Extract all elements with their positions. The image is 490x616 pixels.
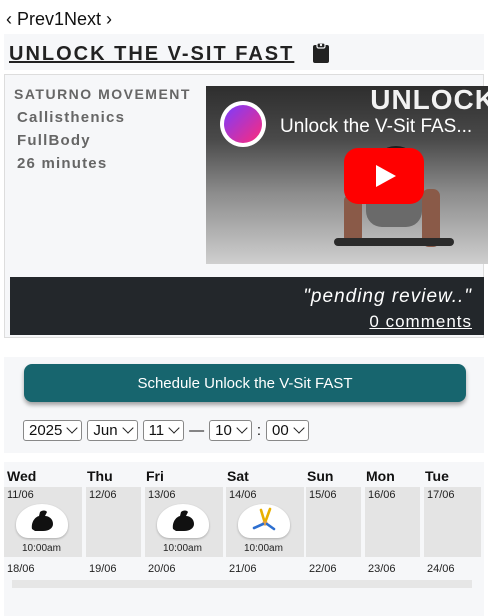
schedule-datetime-selects: 2025 Jun 11 — 10 : 00 xyxy=(23,420,314,441)
date-time-separator: — xyxy=(189,422,205,439)
schedule-button[interactable]: Schedule Unlock the V-Sit FAST xyxy=(24,364,466,402)
workout-time: 10:00am xyxy=(22,543,61,554)
calendar-day-cell[interactable]: 17/06 xyxy=(424,487,481,557)
month-value: Jun xyxy=(93,422,118,439)
prev-link[interactable]: ‹ Prev xyxy=(6,9,54,29)
chevron-down-icon xyxy=(236,422,248,434)
workout-time: 10:00am xyxy=(244,543,283,554)
review-status: "pending review.." xyxy=(303,286,472,307)
calendar-day-cell[interactable]: 12/06 xyxy=(86,487,141,557)
category-label: Callisthenics xyxy=(17,109,126,126)
next-link[interactable]: Next › xyxy=(64,9,112,29)
day-name: Wed xyxy=(7,468,37,484)
flexed-bicep-icon xyxy=(172,510,194,531)
day-date: 11/06 xyxy=(7,489,34,501)
day-date: 12/06 xyxy=(89,489,117,501)
next-week-date: 24/06 xyxy=(427,563,455,575)
chevron-down-icon xyxy=(66,422,79,434)
play-icon[interactable] xyxy=(344,148,424,204)
year-select[interactable]: 2025 xyxy=(23,420,83,441)
hour-value: 10 xyxy=(215,422,232,439)
workout-chip[interactable] xyxy=(157,504,209,538)
next-week-date: 21/06 xyxy=(229,563,257,575)
next-week-date: 23/06 xyxy=(368,563,396,575)
day-name: Mon xyxy=(366,468,395,484)
title-bar: UNLOCK THE V-SIT FAST xyxy=(4,34,484,70)
year-value: 2025 xyxy=(29,422,63,439)
page-number[interactable]: 1 xyxy=(54,9,64,29)
video-title[interactable]: Unlock the V-Sit FAS... xyxy=(280,116,472,138)
video-background-word: UNLOCK xyxy=(370,86,488,115)
chevron-down-icon xyxy=(293,422,305,434)
day-select[interactable]: 11 xyxy=(142,420,185,441)
workout-info-panel: SATURNO MOVEMENT Callisthenics FullBody … xyxy=(4,74,488,338)
calendar-day-cell[interactable]: 13/06 10:00am xyxy=(145,487,223,557)
day-name: Sat xyxy=(227,468,249,484)
day-date: 14/06 xyxy=(229,489,257,501)
minute-value: 00 xyxy=(272,422,289,439)
chevron-down-icon xyxy=(168,422,180,434)
calendar-day-cell[interactable]: 15/06 xyxy=(306,487,361,557)
day-value: 11 xyxy=(148,422,165,439)
day-date: 13/06 xyxy=(148,489,176,501)
calendar-day-cell[interactable]: 11/06 10:00am xyxy=(4,487,82,557)
time-colon: : xyxy=(256,422,261,439)
day-name: Sun xyxy=(307,468,334,484)
calendar-day-cell[interactable]: 14/06 10:00am xyxy=(226,487,304,557)
month-select[interactable]: Jun xyxy=(87,420,138,441)
cartwheel-icon xyxy=(252,507,276,531)
duration-label: 26 minutes xyxy=(17,155,108,172)
comments-link[interactable]: 0 comments xyxy=(369,312,472,332)
flexed-bicep-icon xyxy=(31,510,53,531)
next-week-date: 20/06 xyxy=(148,563,176,575)
day-name: Thu xyxy=(87,468,113,484)
day-date: 15/06 xyxy=(309,489,337,501)
workout-chip[interactable] xyxy=(238,504,290,538)
org-name: SATURNO MOVEMENT xyxy=(14,86,191,102)
chevron-down-icon xyxy=(121,422,134,434)
day-date: 17/06 xyxy=(427,489,455,501)
day-date: 16/06 xyxy=(368,489,396,501)
next-week-date: 22/06 xyxy=(309,563,337,575)
calendar-day-cell[interactable]: 16/06 xyxy=(365,487,420,557)
week-calendar: Wed Thu Fri Sat Sun Mon Tue 11/06 10:00a… xyxy=(4,462,484,616)
next-week-date: 19/06 xyxy=(89,563,117,575)
page-title: UNLOCK THE V-SIT FAST xyxy=(9,43,295,65)
channel-avatar[interactable] xyxy=(220,101,266,147)
clipboard-icon[interactable] xyxy=(312,42,330,64)
minute-select[interactable]: 00 xyxy=(266,420,309,441)
hour-select[interactable]: 10 xyxy=(209,420,252,441)
day-name: Tue xyxy=(425,468,449,484)
workout-chip[interactable] xyxy=(16,504,68,538)
workout-time: 10:00am xyxy=(163,543,202,554)
video-embed[interactable]: UNLOCK Unlock the V-Sit FAS... xyxy=(206,86,488,264)
focus-label: FullBody xyxy=(17,132,91,149)
horizontal-scrollbar[interactable] xyxy=(12,580,472,588)
pagination: ‹ Prev1Next › xyxy=(6,9,112,30)
review-bar: "pending review.." 0 comments xyxy=(10,277,484,335)
day-name: Fri xyxy=(146,468,164,484)
next-week-date: 18/06 xyxy=(7,563,35,575)
